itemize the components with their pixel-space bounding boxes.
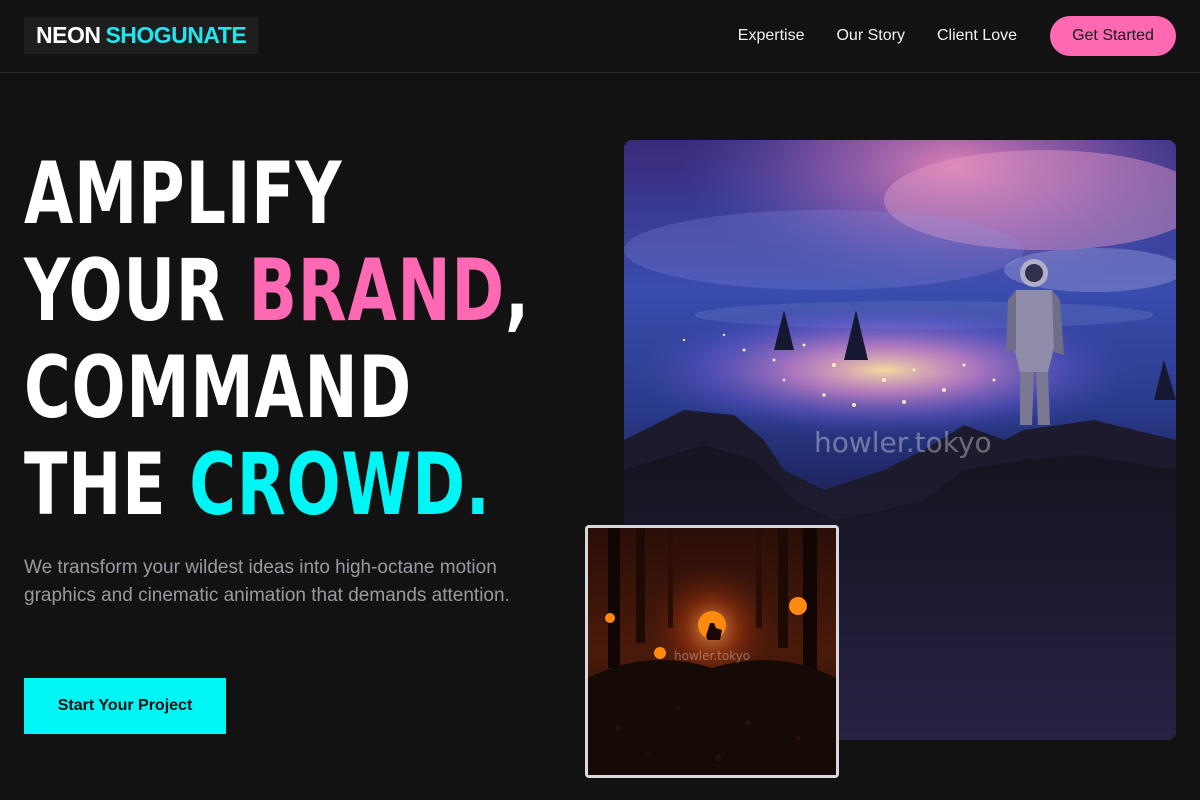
nav-link-client-love[interactable]: Client Love xyxy=(937,27,1017,45)
navbar: NEON SHOGUNATE Expertise Our Story Clien… xyxy=(0,0,1200,73)
main-image-watermark: howler.tokyo xyxy=(814,426,992,459)
headline-word-command: COMMAND xyxy=(24,338,412,438)
hero-headline: AMPLIFY YOUR BRAND, COMMAND THE CROWD. xyxy=(24,146,529,535)
headline-word-your: YOUR xyxy=(24,241,249,341)
headline-line-1: AMPLIFY xyxy=(24,146,468,243)
headline-word-amplify: AMPLIFY xyxy=(24,144,343,244)
forest-scene: howler.tokyo xyxy=(588,528,836,775)
logo-word-shogunate: SHOGUNATE xyxy=(105,22,247,48)
headline-word-brand: BRAND xyxy=(248,241,506,341)
headline-comma: , xyxy=(505,241,530,341)
headline-line-2: YOUR BRAND, xyxy=(24,241,529,341)
thumbnail-image-forest-deer[interactable]: howler.tokyo xyxy=(585,525,839,778)
nav-link-our-story[interactable]: Our Story xyxy=(836,27,904,45)
logo[interactable]: NEON SHOGUNATE xyxy=(24,17,259,54)
hero-description: We transform your wildest ideas into hig… xyxy=(24,557,510,606)
headline-word-the: THE xyxy=(24,435,190,535)
headline-word-crowd: CROWD. xyxy=(189,435,491,535)
logo-word-neon: NEON xyxy=(36,22,101,48)
start-project-button[interactable]: Start Your Project xyxy=(24,678,226,734)
nav-link-expertise[interactable]: Expertise xyxy=(738,27,805,45)
thumbnail-watermark: howler.tokyo xyxy=(674,649,750,663)
nav-links: Expertise Our Story Client Love xyxy=(706,0,1017,72)
headline-line-4: THE CROWD. xyxy=(24,435,490,535)
get-started-button[interactable]: Get Started xyxy=(1050,16,1176,56)
headline-line-3: COMMAND xyxy=(24,340,468,437)
